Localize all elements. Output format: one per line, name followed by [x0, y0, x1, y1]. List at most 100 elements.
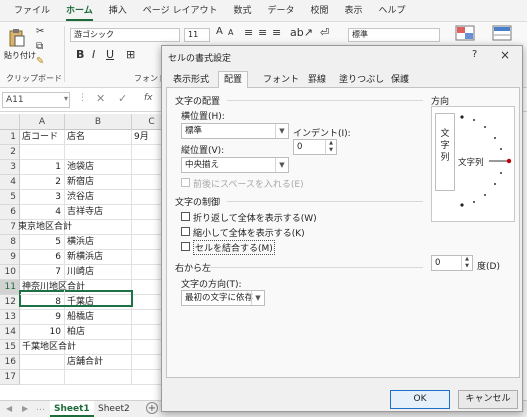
grid-cell[interactable] [20, 355, 65, 370]
row-header[interactable]: 13 [0, 310, 20, 325]
spinner-arrows-icon[interactable]: ▲ ▼ [461, 256, 472, 270]
orientation-icon[interactable]: ab↗ [290, 26, 313, 39]
grid-cell[interactable]: 川崎店 [65, 265, 132, 280]
italic-button[interactable]: I [92, 48, 95, 61]
grid-cell[interactable]: 池袋店 [65, 160, 132, 175]
indent-spinner[interactable]: 0 ▲ ▼ [293, 139, 337, 155]
tab-alignment[interactable]: 配置 [218, 71, 249, 89]
grid-cell[interactable]: 7 [20, 265, 65, 280]
tab-fill[interactable]: 塗りつぶし [334, 73, 389, 88]
grid-cell[interactable] [65, 220, 132, 235]
row-header[interactable]: 1 [0, 130, 20, 145]
font-size-box[interactable]: 11 [184, 28, 210, 42]
menu-formulas[interactable]: 数式 [225, 0, 259, 22]
name-box[interactable]: A11 [2, 92, 70, 108]
grid-cell[interactable]: 9 [20, 310, 65, 325]
ok-button[interactable]: OK [390, 390, 450, 409]
row-header[interactable]: 7 [0, 220, 20, 235]
decrease-font-icon[interactable]: A [228, 28, 233, 37]
name-box-dropdown-icon[interactable]: ▾ [64, 94, 68, 103]
insert-function-button[interactable]: fx [144, 93, 153, 103]
paste-icon[interactable] [8, 28, 26, 48]
grid-cell[interactable]: 10 [20, 325, 65, 340]
vertical-dropdown[interactable]: 中央揃え ▼ [181, 157, 289, 173]
column-header-b[interactable]: B [65, 114, 132, 130]
menu-review[interactable]: 校閲 [302, 0, 336, 22]
add-sheet-icon[interactable]: + [146, 402, 158, 414]
row-header[interactable]: 16 [0, 355, 20, 370]
column-header-a[interactable]: A [20, 114, 65, 130]
menu-help[interactable]: ヘルプ [371, 0, 414, 22]
grid-cell[interactable] [20, 145, 65, 160]
menu-view[interactable]: 表示 [337, 0, 371, 22]
grid-cell[interactable]: 5 [20, 235, 65, 250]
row-header[interactable]: 14 [0, 325, 20, 340]
select-all-corner[interactable] [0, 114, 20, 130]
wrap-text-icon[interactable]: ⏎ [320, 26, 329, 39]
grid-cell[interactable] [20, 370, 65, 385]
scroll-left-icon[interactable]: ◀ [6, 404, 12, 413]
borders-icon[interactable]: ⊞ [126, 48, 135, 61]
tab-border[interactable]: 罫線 [303, 73, 331, 88]
grid-cell[interactable]: 横浜店 [65, 235, 132, 250]
grid-cell[interactable]: 3 [20, 190, 65, 205]
sheet-tab-1[interactable]: Sheet1 [50, 401, 94, 417]
grid-cell[interactable]: 渋谷店 [65, 190, 132, 205]
shrink-to-fit-checkbox[interactable] [181, 227, 190, 236]
row-header[interactable]: 4 [0, 175, 20, 190]
number-format-box[interactable]: 標準 [348, 28, 440, 42]
grid-cell[interactable]: 新横浜店 [65, 250, 132, 265]
row-header[interactable]: 17 [0, 370, 20, 385]
grid-cell[interactable]: 千葉地区合計 [20, 340, 76, 355]
sheet-tab-2[interactable]: Sheet2 [94, 401, 134, 417]
row-header[interactable]: 9 [0, 250, 20, 265]
wrap-text-checkbox[interactable] [181, 212, 190, 221]
cancel-button[interactable]: キャンセル [458, 390, 518, 409]
justify-distributed-checkbox[interactable] [181, 178, 190, 187]
vertical-text-button[interactable]: 文字列 [435, 113, 455, 191]
grid-cell[interactable]: 6 [20, 250, 65, 265]
font-name-box[interactable]: 游ゴシック [70, 28, 180, 42]
underline-button[interactable]: U [106, 48, 114, 61]
row-header[interactable]: 11 [0, 280, 20, 295]
grid-cell[interactable]: 新宿店 [65, 175, 132, 190]
orientation-box[interactable]: 文字列 文字列 [431, 106, 515, 222]
grid-cell[interactable] [65, 370, 132, 385]
menu-page-layout[interactable]: ページ レイアウト [135, 0, 226, 22]
merge-cells-checkbox[interactable] [181, 242, 190, 251]
menu-data[interactable]: データ [259, 0, 302, 22]
tab-protection[interactable]: 保護 [386, 73, 414, 88]
grid-cell[interactable]: 東京地区合計 [18, 220, 72, 235]
grid-cell[interactable]: 吉祥寺店 [65, 205, 132, 220]
degree-spinner[interactable]: 0 ▲ ▼ [431, 255, 473, 271]
row-header[interactable]: 5 [0, 190, 20, 205]
align-bottom-icon[interactable]: ≡ [272, 26, 281, 39]
paste-button[interactable]: 貼り付け [4, 50, 36, 61]
grid-cell[interactable]: 4 [20, 205, 65, 220]
table-format-icon[interactable] [492, 25, 512, 41]
increase-font-icon[interactable]: A [216, 26, 223, 37]
cut-icon[interactable]: ✂ [36, 26, 44, 37]
cancel-icon[interactable]: ✕ [96, 92, 105, 105]
dialog-close-button[interactable]: × [500, 48, 510, 62]
horizontal-dropdown[interactable]: 標準 ▼ [181, 123, 289, 139]
grid-cell[interactable]: 店名 [65, 130, 132, 145]
grid-cell[interactable]: 船橋店 [65, 310, 132, 325]
grid-cell[interactable]: 2 [20, 175, 65, 190]
scroll-right-icon[interactable]: ▶ [22, 404, 28, 413]
menu-insert[interactable]: 挿入 [101, 0, 135, 22]
copy-icon[interactable]: ⧉ [36, 41, 43, 52]
dialog-help-button[interactable]: ? [472, 49, 477, 60]
conditional-format-icon[interactable] [455, 25, 475, 41]
enter-icon[interactable]: ✓ [118, 92, 127, 105]
tab-font[interactable]: フォント [258, 73, 304, 88]
tab-number[interactable]: 表示形式 [168, 73, 214, 88]
align-middle-icon[interactable]: ≡ [258, 26, 267, 39]
grid-cell[interactable] [65, 145, 132, 160]
grid-cell[interactable]: 柏店 [65, 325, 132, 340]
text-direction-dropdown[interactable]: 最初の文字に依存 ▼ [181, 290, 265, 306]
row-header[interactable]: 15 [0, 340, 20, 355]
row-header[interactable]: 8 [0, 235, 20, 250]
grid-cell[interactable]: 神奈川地区合計 [20, 280, 85, 295]
bold-button[interactable]: B [76, 48, 84, 61]
